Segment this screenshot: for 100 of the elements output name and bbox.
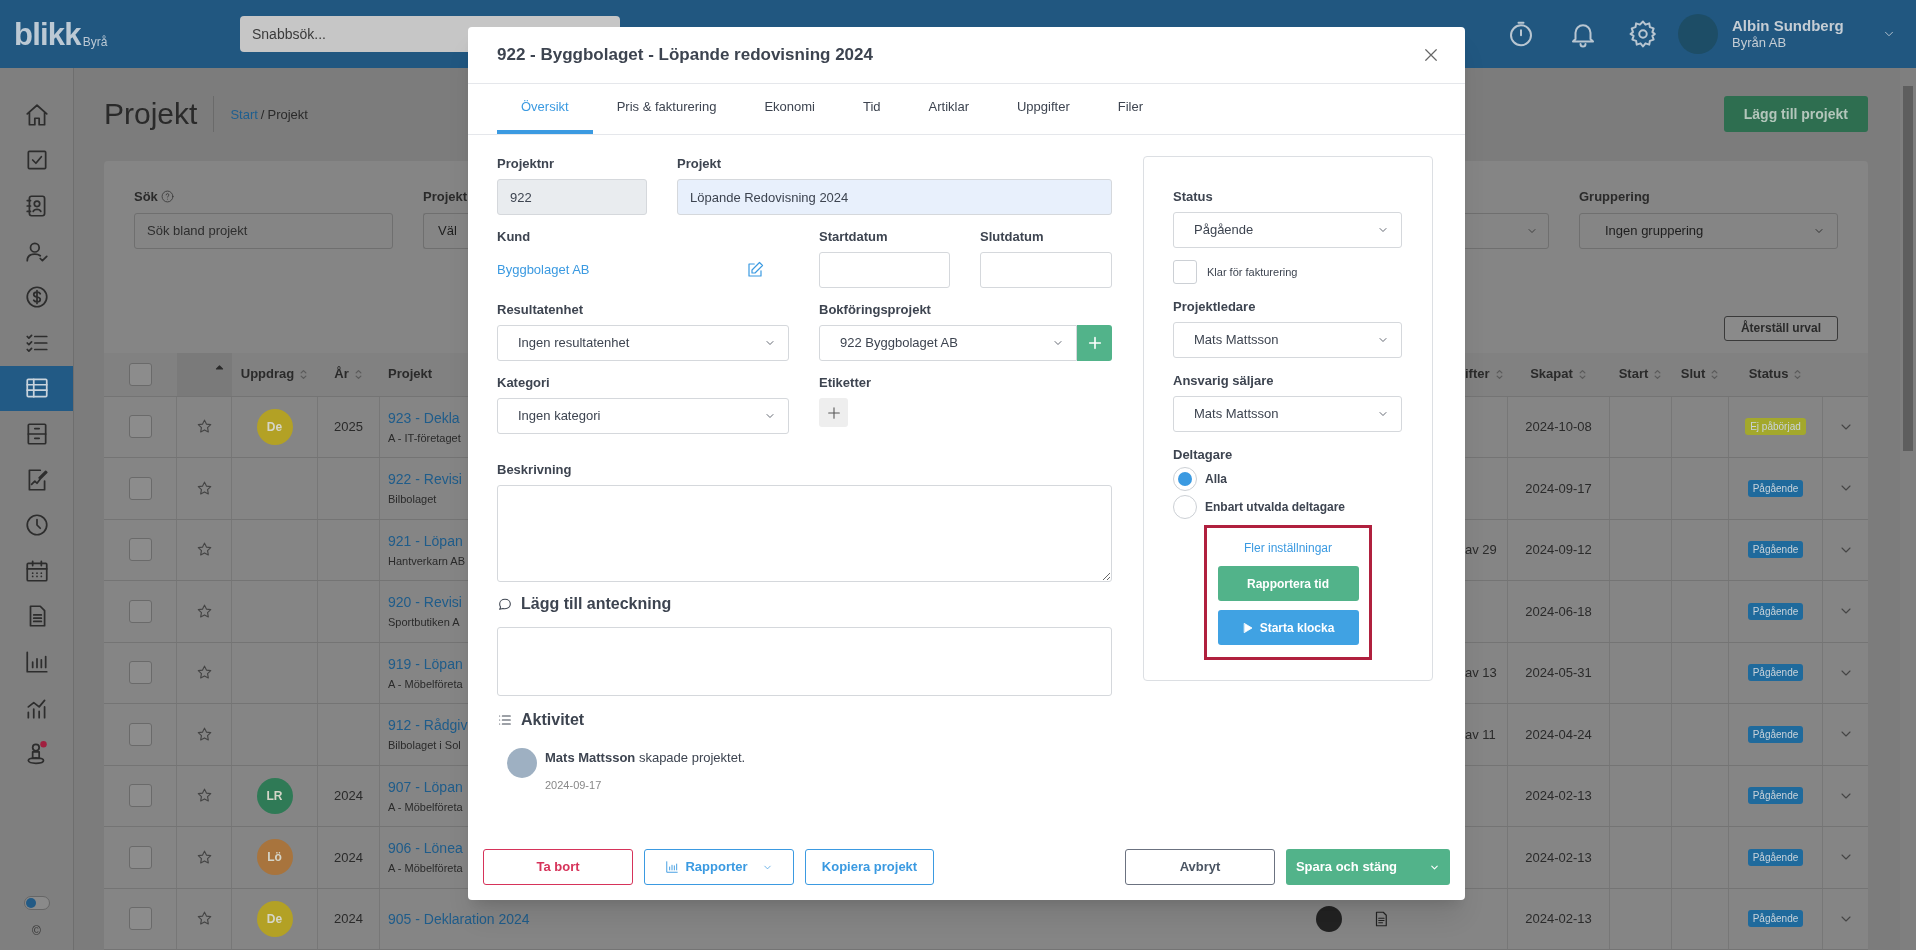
avatar-badge: De [256, 900, 293, 937]
avatar-badge: Lö [256, 839, 293, 876]
input-field[interactable] [819, 252, 950, 288]
tab[interactable]: Ekonomi [740, 84, 839, 134]
checkbox[interactable] [128, 845, 152, 869]
field-label: Projekt [677, 156, 723, 172]
year-text: 2024 [334, 848, 363, 867]
star-icon[interactable] [195, 725, 213, 743]
star-icon[interactable] [195, 664, 213, 682]
column-header[interactable]: Skapat [1530, 364, 1573, 384]
section-heading: Aktivitet [521, 710, 585, 730]
star-icon[interactable] [195, 418, 213, 436]
text-area[interactable] [497, 627, 1112, 696]
customer-text: A - Möbelföreta [388, 862, 463, 875]
list-icon [497, 712, 513, 728]
tab[interactable]: Filer [1093, 84, 1167, 134]
year-text: 2024 [334, 910, 363, 928]
column-header[interactable]: Projekt [388, 364, 433, 384]
column-header[interactable]: År [334, 364, 349, 384]
project-link[interactable]: 912 - Rådgiv [388, 717, 468, 734]
plus-icon [1086, 335, 1103, 351]
plus-icon [825, 404, 842, 421]
text-area[interactable] [497, 485, 1112, 582]
project-link[interactable]: 905 - Deklaration 2024 [388, 910, 530, 927]
footer-button[interactable]: Spara och stäng [1286, 849, 1450, 885]
star-icon[interactable] [195, 479, 213, 497]
checkbox[interactable] [128, 784, 152, 808]
add-project-button[interactable]: Lägg till projekt [1723, 96, 1868, 133]
add-button[interactable] [1077, 325, 1112, 361]
column-header[interactable]: Slut [1680, 364, 1706, 384]
tab[interactable]: Artiklar [904, 84, 993, 134]
toggle-switch[interactable] [23, 896, 50, 910]
star-icon[interactable] [195, 787, 213, 805]
checkbox[interactable] [128, 538, 152, 562]
help-icon [160, 190, 174, 203]
checkbox[interactable] [128, 476, 152, 500]
bar-chart-icon [23, 648, 50, 675]
edit-icon[interactable] [746, 261, 764, 279]
checkbox[interactable] [128, 661, 152, 685]
bar-chart-icon [665, 860, 680, 874]
status-badge: Ej påbörjad [1745, 418, 1806, 436]
select-field[interactable]: Ingen kategori [497, 398, 789, 434]
field-label: Projekt [423, 187, 469, 206]
date-text: 2024-09-17 [1525, 479, 1592, 498]
field-label: Etiketter [819, 375, 873, 391]
close-icon [1422, 46, 1440, 64]
star-icon[interactable] [195, 602, 213, 620]
select-field[interactable]: 922 Byggbolaget AB [819, 325, 1077, 361]
project-link[interactable]: 922 - Revisi [388, 471, 462, 488]
tab[interactable]: Uppgifter [993, 84, 1094, 134]
status-badge: Pågående [1747, 541, 1804, 559]
star-icon[interactable] [195, 848, 213, 866]
checkbox[interactable] [128, 599, 152, 623]
checkbox[interactable] [128, 722, 152, 746]
star-icon[interactable] [195, 541, 213, 559]
star-icon[interactable] [195, 910, 213, 928]
footer-button[interactable]: Kopiera projekt [805, 849, 934, 885]
customer-text: Bilbolaget i Sol [388, 739, 461, 752]
tab[interactable]: Pris & fakturering [592, 84, 741, 134]
footer-button[interactable]: Avbryt [1125, 849, 1275, 885]
project-link[interactable]: 923 - Dekla [388, 409, 460, 426]
status-badge: Pågående [1747, 848, 1804, 866]
dollar-icon [23, 284, 50, 311]
input-field[interactable] [980, 252, 1112, 288]
field-label: Sök [134, 187, 158, 206]
column-header[interactable]: Status [1748, 364, 1789, 384]
column-header[interactable]: Start [1618, 364, 1649, 384]
column-header[interactable]: ifter [1465, 364, 1490, 384]
add-tag-button[interactable] [819, 398, 848, 427]
tab[interactable]: Tid [838, 84, 905, 134]
start-clock-button[interactable]: Starta klocka [1217, 610, 1359, 645]
settings-link[interactable]: Fler inställningar [1243, 539, 1332, 557]
select-field[interactable]: Ingen gruppering [1579, 212, 1838, 249]
select-field[interactable]: Mats Mattsson [1173, 396, 1402, 432]
tab[interactable]: Översikt [497, 84, 593, 134]
project-link[interactable]: 919 - Löpan [388, 655, 463, 672]
search-field[interactable]: Sök bland projekt [134, 212, 393, 249]
project-link[interactable]: 921 - Löpan [388, 532, 463, 549]
project-link[interactable]: 920 - Revisi [388, 594, 462, 611]
checkbox[interactable] [128, 415, 152, 439]
date-text: 2024-05-31 [1525, 664, 1592, 682]
footer-button[interactable]: Rapporter [644, 849, 794, 885]
sort-up-icon[interactable] [215, 362, 224, 372]
footer-button[interactable]: Ta bort [483, 849, 633, 885]
checkbox[interactable] [128, 907, 152, 931]
calendar-icon [23, 557, 50, 584]
select-field[interactable]: Mats Mattsson [1173, 322, 1402, 358]
sidebar-item[interactable] [0, 365, 73, 412]
input-field[interactable]: Löpande Redovisning 2024 [677, 179, 1112, 215]
report-time-button[interactable]: Rapportera tid [1217, 566, 1359, 601]
column-header[interactable]: Uppdrag [240, 364, 295, 384]
reset-button[interactable]: Återställ urval [1723, 315, 1838, 341]
select-field[interactable]: Pågående [1173, 212, 1402, 248]
section-heading: Lägg till anteckning [521, 594, 672, 614]
project-link[interactable]: 906 - Lönea [388, 840, 463, 857]
checkbox[interactable] [129, 362, 152, 386]
customer-link[interactable]: Byggbolaget AB [497, 260, 590, 280]
field-label: Bokföringsprojekt [819, 302, 932, 318]
project-link[interactable]: 907 - Löpan [388, 778, 463, 795]
select-field[interactable]: Ingen resultatenhet [497, 325, 789, 361]
